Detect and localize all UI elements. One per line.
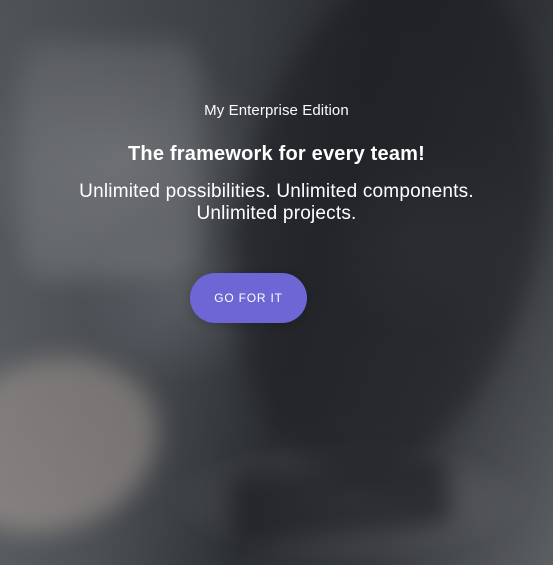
subtitle-line-2: Unlimited projects. — [196, 203, 357, 224]
subtitle-line-1: Unlimited possibilities. Unlimited compo… — [79, 181, 474, 202]
go-for-it-button[interactable]: GO FOR IT — [190, 273, 307, 323]
hero-headline: The framework for every team! — [127, 143, 426, 165]
hero-subtitle: Unlimited possibilities. Unlimited compo… — [0, 181, 553, 225]
hero-section: My Enterprise Edition The framework for … — [0, 0, 553, 565]
edition-label: My Enterprise Edition — [204, 102, 349, 119]
